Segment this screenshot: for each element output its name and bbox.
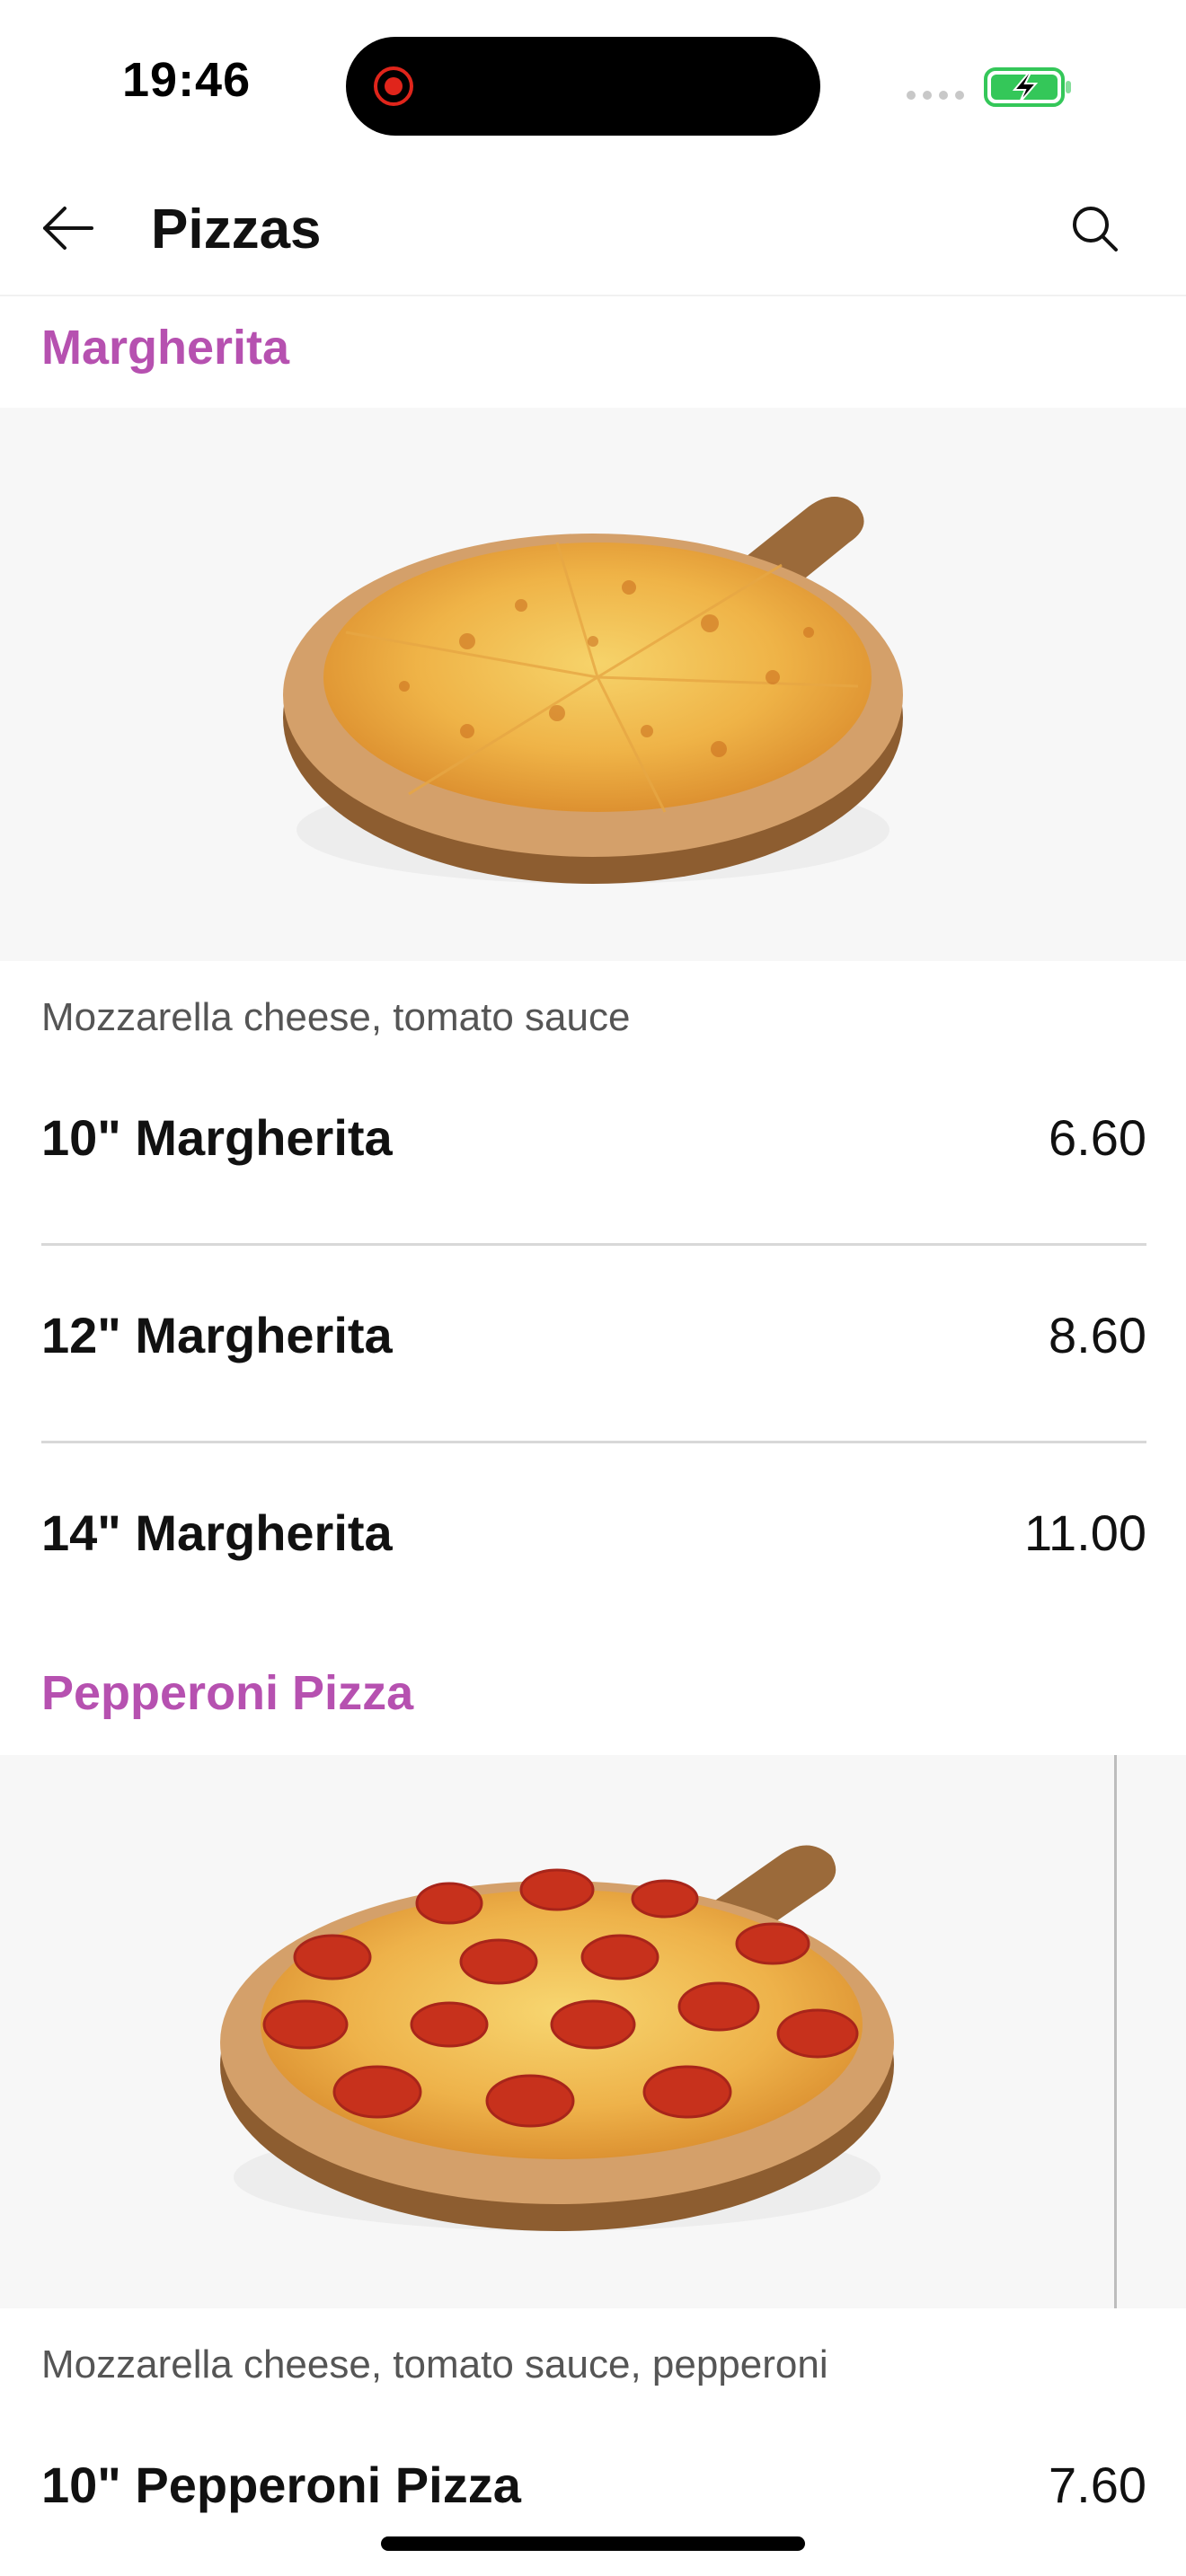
menu-item-14-margherita[interactable]: 14" Margherita 11.00 [41,1444,1146,1640]
row-divider [41,1243,1146,1246]
page-title: Pizzas [151,198,322,260]
screen: 19:46 Pizzas Margherita Mozzarella chees… [0,0,1186,2576]
dynamic-island [346,37,820,136]
row-divider [41,1441,1146,1443]
category-description-pepperoni: Mozzarella cheese, tomato sauce, peppero… [41,2342,828,2386]
pepperoni-pizza-image[interactable] [0,1755,1186,2308]
pepperoni-pizza-illustration [220,1845,894,2231]
arrow-left-icon[interactable] [40,203,95,253]
menu-item-price: 11.00 [1024,1504,1146,1561]
menu-item-name: 12" Margherita [41,1307,393,1363]
menu-item-price: 8.60 [1049,1307,1146,1363]
cellular-signal-icon [907,91,964,100]
category-title-pepperoni: Pepperoni Pizza [41,1666,414,1720]
menu-content[interactable]: Margherita Mozzarella cheese, tomato sau… [0,296,1186,2542]
menu-item-name: 10" Pepperoni Pizza [41,2457,521,2513]
screen-record-icon [374,66,413,106]
margherita-pizza-image[interactable] [0,408,1186,961]
margherita-pizza-illustration [283,497,903,884]
menu-item-price: 7.60 [1049,2457,1146,2513]
menu-item-12-margherita[interactable]: 12" Margherita 8.60 [41,1247,1146,1442]
menu-item-price: 6.60 [1049,1109,1146,1166]
nav-bar: Pizzas [0,162,1186,296]
search-icon[interactable] [1069,203,1120,253]
image-carousel-indicator [1114,1755,1117,2308]
menu-item-name: 10" Margherita [41,1109,393,1166]
status-time: 19:46 [122,53,252,107]
battery-charging-icon [984,67,1071,107]
category-title-margherita: Margherita [41,321,290,375]
menu-item-10-margherita[interactable]: 10" Margherita 6.60 [41,1049,1146,1245]
status-bar: 19:46 [0,0,1186,162]
menu-item-name: 14" Margherita [41,1504,393,1561]
home-indicator[interactable] [381,2536,805,2551]
category-description-margherita: Mozzarella cheese, tomato sauce [41,995,631,1039]
menu-item-10-pepperoni[interactable]: 10" Pepperoni Pizza 7.60 [41,2396,1146,2542]
